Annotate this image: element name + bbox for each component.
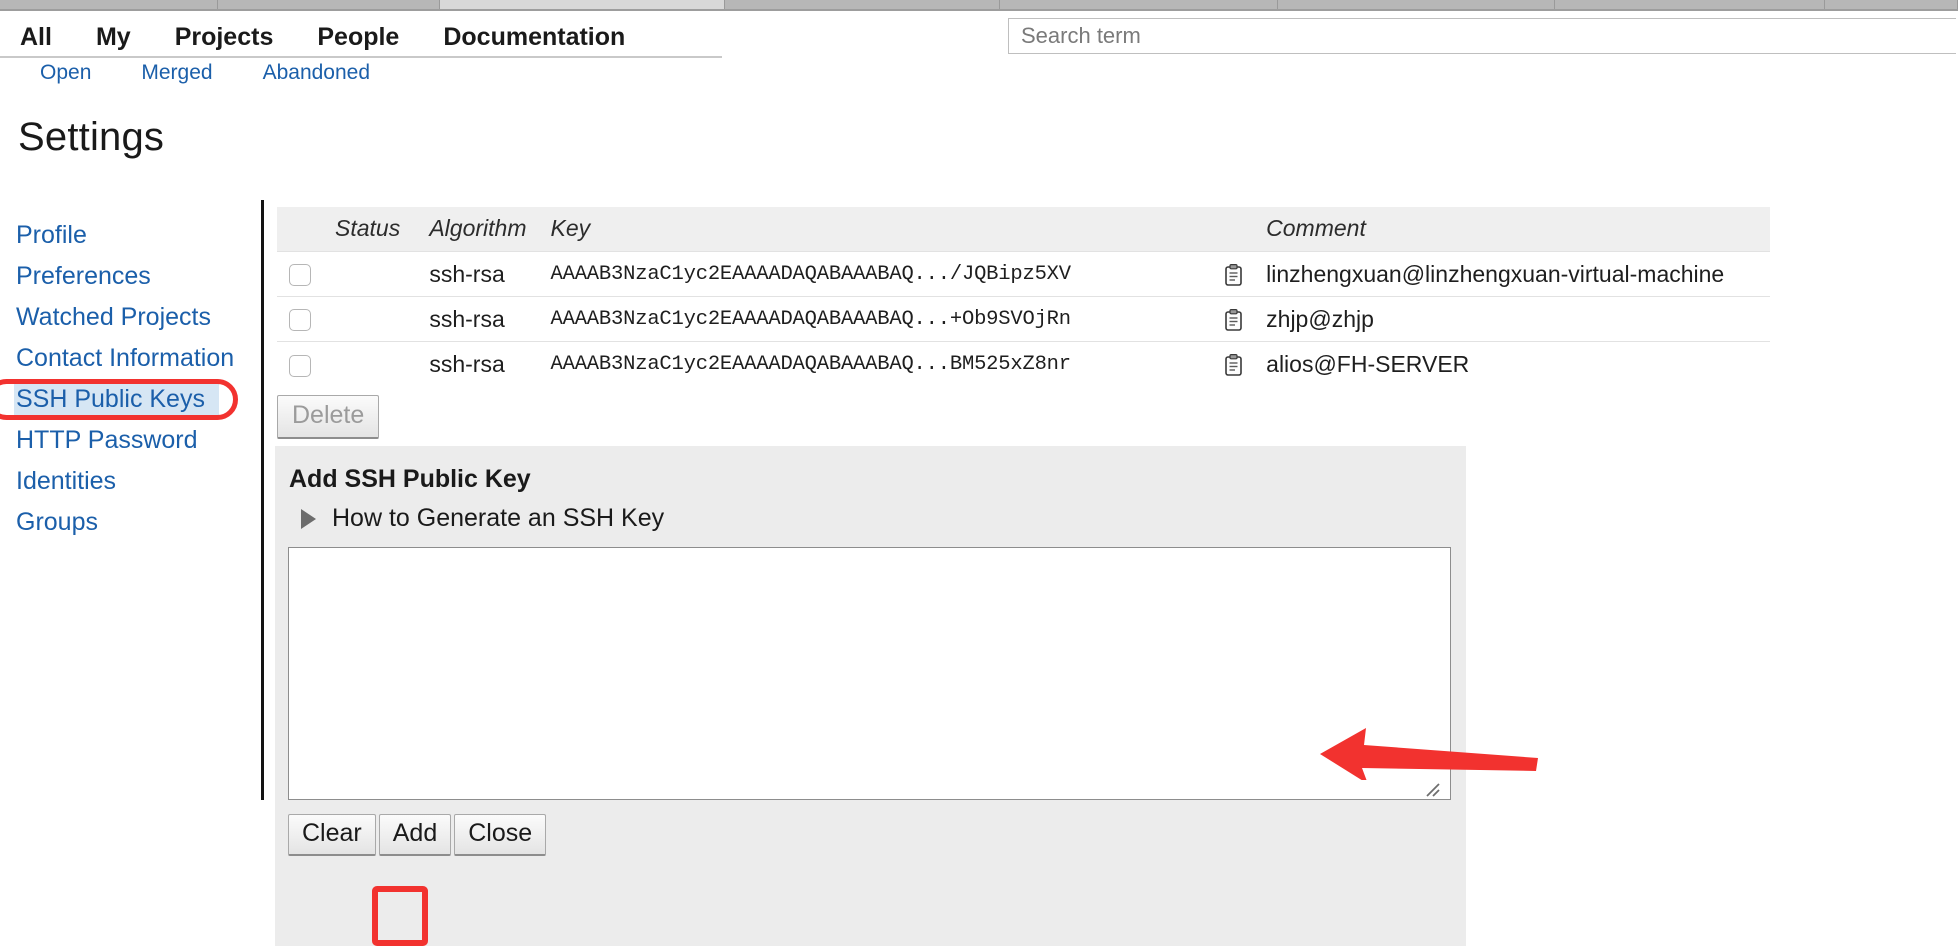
header-checkbox-col (277, 207, 323, 252)
cell-key: AAAAB3NzaC1yc2EAAAADAQABAAABAQ...BM525xZ… (538, 341, 1204, 387)
browser-tab-0[interactable] (0, 0, 218, 9)
nav-item-my[interactable]: My (96, 23, 131, 52)
cell-comment: alios@FH-SERVER (1254, 341, 1770, 387)
cell-copy (1203, 251, 1255, 297)
sidebar-item-http-password[interactable]: HTTP Password (14, 420, 264, 461)
settings-sidebar: Profile Preferences Watched Projects Contac… (14, 215, 264, 543)
header-algorithm[interactable]: Algorithm (417, 207, 539, 252)
cell-key: AAAAB3NzaC1yc2EAAAADAQABAAABAQ...+Ob9SVO… (538, 296, 1204, 342)
how-to-generate-ssh-key-toggle[interactable]: How to Generate an SSH Key (301, 504, 664, 533)
clipboard-icon[interactable] (1225, 263, 1242, 286)
main-navigation: All My Projects People Documentation (0, 17, 669, 57)
page-title: Settings (18, 115, 165, 159)
table-row: ssh-rsa AAAAB3NzaC1yc2EAAAADAQABAAABAQ...… (277, 341, 1770, 387)
header-status[interactable]: Status (323, 207, 418, 252)
row-select-checkbox[interactable] (289, 309, 311, 332)
how-to-label: How to Generate an SSH Key (332, 504, 665, 532)
cell-comment: zhjp@zhjp (1254, 296, 1770, 342)
sidebar-item-watched-projects[interactable]: Watched Projects (14, 297, 264, 338)
subnav-item-open[interactable]: Open (40, 61, 91, 85)
table-header-row: Status Algorithm Key Comment (277, 207, 1770, 252)
ssh-key-textarea[interactable] (288, 547, 1451, 800)
clear-button[interactable]: Clear (288, 814, 376, 856)
browser-tab-strip (0, 0, 1958, 9)
sidebar-item-profile[interactable]: Profile (14, 215, 264, 256)
browser-tab-5[interactable] (1278, 0, 1555, 9)
nav-item-documentation[interactable]: Documentation (443, 23, 625, 52)
browser-tab-7[interactable] (1825, 0, 1958, 9)
sidebar-item-preferences[interactable]: Preferences (14, 256, 264, 297)
tab-strip-shadow (0, 9, 1958, 11)
cell-algorithm: ssh-rsa (417, 341, 539, 387)
row-select-checkbox[interactable] (289, 264, 311, 287)
sub-navigation: Open Merged Abandoned (0, 58, 420, 88)
cell-status (323, 341, 418, 387)
row-select-checkbox[interactable] (289, 354, 311, 377)
row-checkbox-cell (277, 296, 323, 342)
browser-tab-4[interactable] (1000, 0, 1278, 9)
nav-item-people[interactable]: People (317, 23, 399, 52)
cell-status (323, 251, 418, 297)
browser-tab-3[interactable] (725, 0, 1000, 9)
ssh-keys-table: Status Algorithm Key Comment ssh-rsa AAAA… (277, 207, 1770, 387)
row-checkbox-cell (277, 251, 323, 297)
add-panel-buttons: Clear Add Close (288, 814, 549, 856)
cell-copy (1203, 296, 1255, 342)
cell-algorithm: ssh-rsa (417, 296, 539, 342)
subnav-item-abandoned[interactable]: Abandoned (263, 61, 370, 85)
sidebar-divider (261, 200, 264, 800)
header-comment[interactable]: Comment (1254, 207, 1770, 252)
add-button[interactable]: Add (378, 814, 452, 856)
header-key[interactable]: Key (538, 207, 1204, 252)
sidebar-item-ssh-public-keys[interactable]: SSH Public Keys (14, 379, 219, 420)
cell-comment: linzhengxuan@linzhengxuan-virtual-machin… (1254, 251, 1770, 297)
search-input[interactable] (1008, 18, 1956, 54)
browser-tab-2[interactable] (440, 0, 725, 9)
table-row: ssh-rsa AAAAB3NzaC1yc2EAAAADAQABAAABAQ...… (277, 296, 1770, 342)
row-checkbox-cell (277, 341, 323, 387)
header-copy-col (1203, 207, 1255, 252)
triangle-right-icon (301, 508, 316, 529)
browser-tab-1[interactable] (218, 0, 440, 9)
close-button[interactable]: Close (454, 814, 547, 856)
cell-status (323, 296, 418, 342)
clipboard-icon[interactable] (1225, 353, 1242, 376)
page-root: All My Projects People Documentation Open Mer… (0, 0, 1958, 946)
cell-key: AAAAB3NzaC1yc2EAAAADAQABAAABAQ.../JQBipz… (538, 251, 1204, 297)
cell-algorithm: ssh-rsa (417, 251, 539, 297)
sidebar-item-contact-information[interactable]: Contact Information (14, 338, 264, 379)
cell-copy (1203, 341, 1255, 387)
nav-item-projects[interactable]: Projects (175, 23, 274, 52)
browser-tab-6[interactable] (1555, 0, 1825, 9)
clipboard-icon[interactable] (1225, 308, 1242, 331)
sidebar-item-identities[interactable]: Identities (14, 461, 264, 502)
sidebar-item-groups[interactable]: Groups (14, 502, 264, 543)
add-panel-title: Add SSH Public Key (289, 465, 531, 493)
subnav-item-merged[interactable]: Merged (141, 61, 212, 85)
delete-button[interactable]: Delete (277, 395, 380, 439)
nav-item-all[interactable]: All (20, 23, 52, 52)
table-row: ssh-rsa AAAAB3NzaC1yc2EAAAADAQABAAABAQ...… (277, 251, 1770, 297)
add-ssh-key-panel: Add SSH Public Key How to Generate an SS… (275, 446, 1466, 946)
